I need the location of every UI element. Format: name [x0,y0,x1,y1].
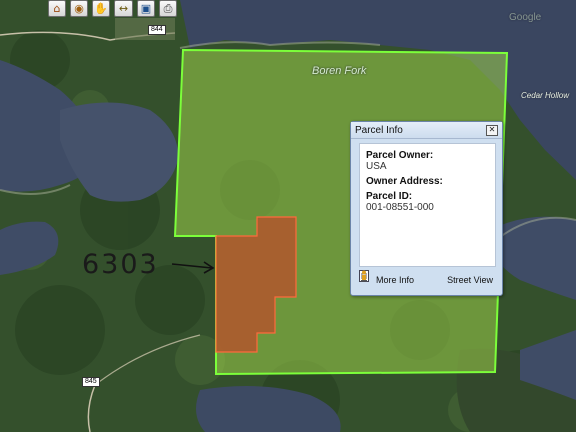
field-value-parcel-id: 001-08551-000 [366,202,434,213]
pegman-icon [361,270,444,286]
street-view-label: Street View [447,275,493,285]
handwritten-annotation: 6303 [82,249,159,280]
close-icon[interactable]: ✕ [486,124,498,136]
parcel-info-popup: Parcel Info ✕ Parcel Owner: USA Owner Ad… [350,121,503,296]
layers-icon[interactable]: ◉ [70,0,88,17]
popup-title: Parcel Info [355,124,403,136]
pan-hand-icon[interactable]: ✋ [92,0,110,17]
field-value-owner: USA [366,161,387,172]
google-watermark: Google [509,12,542,23]
measure-icon[interactable]: ↔ [114,0,133,17]
place-label: Cedar Hollow [521,91,570,100]
popup-footer: More Info Street View [359,270,496,290]
field-label-parcel-id: Parcel ID: [366,191,413,202]
home-icon[interactable]: ⌂ [48,0,66,17]
popup-body: Parcel Owner: USA Owner Address: Parcel … [359,143,496,267]
identify-icon[interactable]: ▣ [137,0,155,17]
field-label-address: Owner Address: [366,176,443,187]
street-view-button[interactable]: Street View [361,270,493,286]
popup-header: Parcel Info ✕ [351,122,502,139]
water-body-label: Boren Fork [312,65,367,77]
highway-shield-845: 845 [82,377,100,387]
print-icon[interactable]: ⎙ [159,0,177,17]
more-info-label: More Info [376,275,415,285]
map-view[interactable]: ⌂ ◉ ✋ ↔ ▣ ⎙ Boren Fork Cedar Hollow Goog… [0,0,576,432]
map-toolbar: ⌂ ◉ ✋ ↔ ▣ ⎙ [48,0,177,18]
highway-shield-844: 844 [148,25,166,35]
field-label-owner: Parcel Owner: [366,150,434,161]
more-info-button[interactable]: More Info [359,270,415,286]
